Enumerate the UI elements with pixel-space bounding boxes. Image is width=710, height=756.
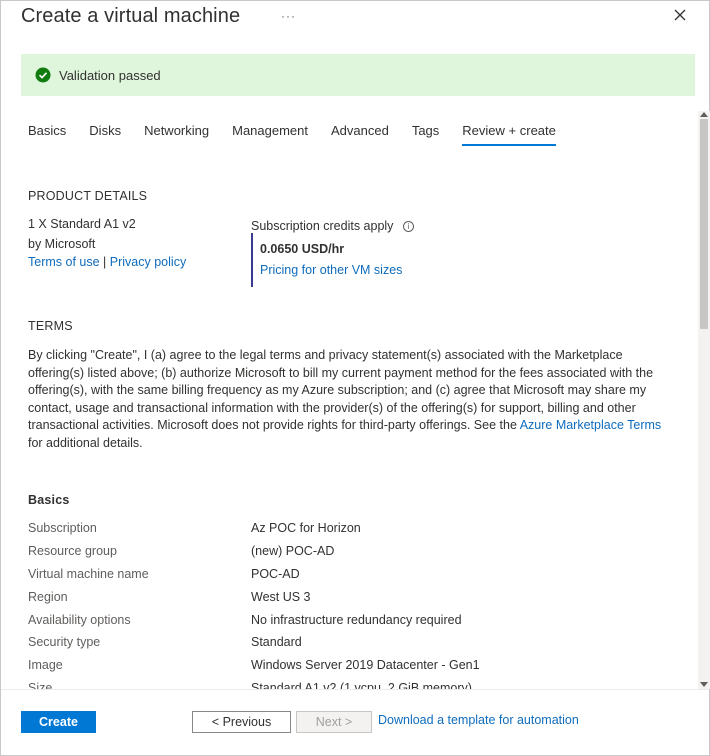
terms-heading: TERMS — [28, 319, 73, 333]
next-button[interactable]: Next > — [296, 711, 372, 733]
footer-bar: Create < Previous Next > Download a temp… — [1, 689, 709, 755]
privacy-policy-link[interactable]: Privacy policy — [110, 255, 186, 269]
pricing-other-sizes-link[interactable]: Pricing for other VM sizes — [260, 263, 402, 277]
price-box: 0.0650 USD/hr Pricing for other VM sizes — [251, 233, 431, 287]
tab-bar: Basics Disks Networking Management Advan… — [28, 123, 579, 146]
row-label-security-type: Security type — [28, 635, 101, 649]
product-publisher: by Microsoft — [28, 237, 96, 251]
azure-marketplace-terms-link[interactable]: Azure Marketplace Terms — [520, 418, 662, 432]
row-value-region: West US 3 — [251, 590, 311, 604]
terms-tail: for additional details. — [28, 435, 143, 450]
previous-button[interactable]: < Previous — [192, 711, 291, 733]
tab-management[interactable]: Management — [232, 123, 308, 146]
terms-of-use-link[interactable]: Terms of use — [28, 255, 100, 269]
tab-networking[interactable]: Networking — [144, 123, 209, 146]
create-vm-blade: Create a virtual machine ··· Validation … — [0, 0, 710, 756]
link-separator: | — [103, 255, 107, 269]
tab-basics[interactable]: Basics — [28, 123, 66, 146]
tab-tags[interactable]: Tags — [412, 123, 439, 146]
validation-banner: Validation passed — [21, 54, 695, 96]
row-label-resource-group: Resource group — [28, 544, 117, 558]
tab-disks[interactable]: Disks — [89, 123, 121, 146]
row-label-region: Region — [28, 590, 68, 604]
product-name: 1 X Standard A1 v2 — [28, 217, 136, 231]
row-value-resource-group: (new) POC-AD — [251, 544, 335, 558]
row-label-image: Image — [28, 658, 63, 672]
tab-advanced[interactable]: Advanced — [331, 123, 389, 146]
vertical-scrollbar[interactable] — [698, 111, 710, 689]
download-template-link[interactable]: Download a template for automation — [378, 713, 579, 727]
close-icon[interactable] — [670, 5, 690, 25]
check-circle-icon — [35, 67, 51, 83]
create-button[interactable]: Create — [21, 711, 96, 733]
basics-heading: Basics — [28, 493, 70, 507]
scrollbar-thumb[interactable] — [700, 119, 708, 329]
row-value-size: Standard A1 v2 (1 vcpu, 2 GiB memory) — [251, 681, 472, 689]
row-label-subscription: Subscription — [28, 521, 97, 535]
info-icon[interactable]: i — [402, 221, 414, 232]
row-value-security-type: Standard — [251, 635, 302, 649]
credits-label: Subscription credits apply — [251, 219, 394, 233]
validation-text: Validation passed — [59, 67, 161, 83]
row-label-availability: Availability options — [28, 613, 131, 627]
row-value-vm-name: POC-AD — [251, 567, 300, 581]
scroll-down-icon[interactable] — [700, 682, 708, 687]
product-details-heading: PRODUCT DETAILS — [28, 189, 148, 203]
scroll-up-icon[interactable] — [700, 112, 708, 117]
row-label-vm-name: Virtual machine name — [28, 567, 149, 581]
tab-review-create[interactable]: Review + create — [462, 123, 556, 146]
row-value-subscription: Az POC for Horizon — [251, 521, 361, 535]
content-scroll-area[interactable]: Basics Disks Networking Management Advan… — [1, 111, 697, 689]
terms-text: By clicking "Create", I (a) agree to the… — [28, 347, 678, 452]
row-label-size: Size — [28, 681, 53, 689]
price-value: 0.0650 USD/hr — [260, 242, 345, 256]
row-value-availability: No infrastructure redundancy required — [251, 613, 462, 627]
product-links: Terms of use | Privacy policy — [28, 255, 186, 269]
ellipsis-icon[interactable]: ··· — [281, 9, 296, 23]
row-value-image: Windows Server 2019 Datacenter - Gen1 — [251, 658, 480, 672]
credits-label-row: Subscription credits apply i — [251, 219, 414, 233]
page-title: Create a virtual machine — [21, 5, 241, 27]
